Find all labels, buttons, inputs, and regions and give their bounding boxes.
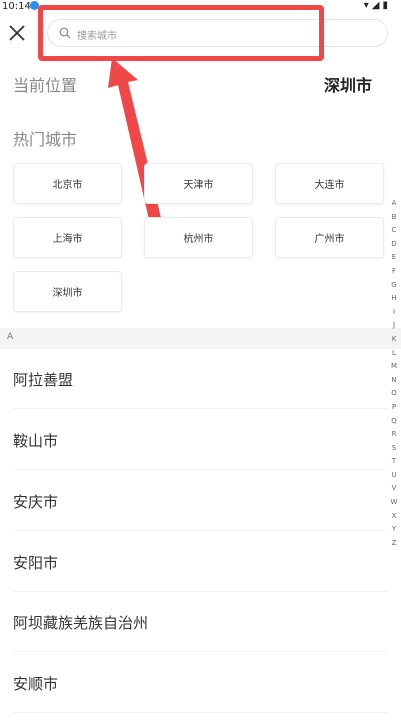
city-name: 安顺市 — [13, 675, 59, 693]
city-name: 阿拉善盟 — [13, 371, 74, 389]
notification-dot-icon — [30, 1, 39, 10]
section-header: A — [0, 328, 401, 349]
current-location-city[interactable]: 深圳市 — [324, 72, 372, 96]
hot-cities-title: 热门城市 — [13, 130, 78, 149]
alphabet-index-letter[interactable]: G — [387, 279, 401, 293]
alphabet-index-letter[interactable]: N — [387, 374, 401, 388]
city-list-item[interactable]: 阿坝藏族羌族自治州 — [0, 592, 388, 652]
alphabet-index-letter[interactable]: F — [387, 265, 401, 279]
status-time: 10:14 — [2, 1, 31, 12]
alphabet-index-letter[interactable]: R — [387, 428, 401, 442]
alphabet-index-letter[interactable]: S — [387, 442, 401, 456]
city-list-item[interactable]: 阿拉善盟 — [0, 349, 388, 409]
search-input[interactable]: 搜索城市 — [47, 19, 388, 47]
city-name: 安庆市 — [13, 493, 59, 511]
city-list-item[interactable]: 鞍山市 — [0, 410, 388, 470]
alphabet-index-letter[interactable]: A — [387, 197, 401, 211]
alphabet-index-letter[interactable]: M — [387, 360, 401, 374]
alphabet-index-letter[interactable]: X — [387, 510, 401, 524]
alphabet-index-letter[interactable]: U — [387, 469, 401, 483]
hot-city-button[interactable]: 广州市 — [275, 217, 384, 258]
alphabet-index[interactable]: A B C D E F G H I J K L M N O P Q R S T … — [387, 197, 401, 550]
city-list-item[interactable]: 安庆市 — [0, 471, 388, 531]
city-list-item[interactable]: 安顺市 — [0, 653, 388, 713]
city-list-item[interactable]: 安阳市 — [0, 532, 388, 592]
hot-city-button[interactable]: 深圳市 — [13, 271, 122, 312]
alphabet-index-letter[interactable]: B — [387, 211, 401, 225]
alphabet-index-letter[interactable]: D — [387, 238, 401, 252]
alphabet-index-letter[interactable]: V — [387, 482, 401, 496]
status-icons: ▾◢▮ — [363, 0, 391, 11]
city-name: 阿坝藏族羌族自治州 — [13, 614, 149, 632]
alphabet-index-letter[interactable]: E — [387, 251, 401, 265]
city-name: 安阳市 — [13, 554, 59, 572]
close-icon — [9, 25, 25, 41]
city-name: 鞍山市 — [13, 432, 59, 450]
alphabet-index-letter[interactable]: T — [387, 455, 401, 469]
hot-city-button[interactable]: 天津市 — [144, 163, 253, 204]
alphabet-index-letter[interactable]: K — [387, 333, 401, 347]
close-button[interactable] — [6, 22, 28, 44]
alphabet-index-letter[interactable]: O — [387, 387, 401, 401]
hot-city-button[interactable]: 北京市 — [13, 163, 122, 204]
alphabet-index-letter[interactable]: I — [387, 306, 401, 320]
alphabet-index-letter[interactable]: J — [387, 319, 401, 333]
search-placeholder: 搜索城市 — [77, 31, 117, 42]
alphabet-index-letter[interactable]: W — [387, 496, 401, 510]
current-location-label: 当前位置 — [13, 76, 78, 95]
alphabet-index-letter[interactable]: Z — [387, 537, 401, 551]
search-icon — [59, 27, 71, 39]
alphabet-index-letter[interactable]: C — [387, 224, 401, 238]
section-letter: A — [7, 332, 14, 342]
alphabet-index-letter[interactable]: Q — [387, 415, 401, 429]
alphabet-index-letter[interactable]: L — [387, 347, 401, 361]
hot-city-button[interactable]: 上海市 — [13, 217, 122, 258]
hot-city-button[interactable]: 大连市 — [275, 163, 384, 204]
alphabet-index-letter[interactable]: P — [387, 401, 401, 415]
hot-city-button[interactable]: 杭州市 — [144, 217, 253, 258]
alphabet-index-letter[interactable]: H — [387, 292, 401, 306]
status-bar: 10:14 ▾◢▮ — [0, 0, 401, 14]
alphabet-index-letter[interactable]: Y — [387, 523, 401, 537]
